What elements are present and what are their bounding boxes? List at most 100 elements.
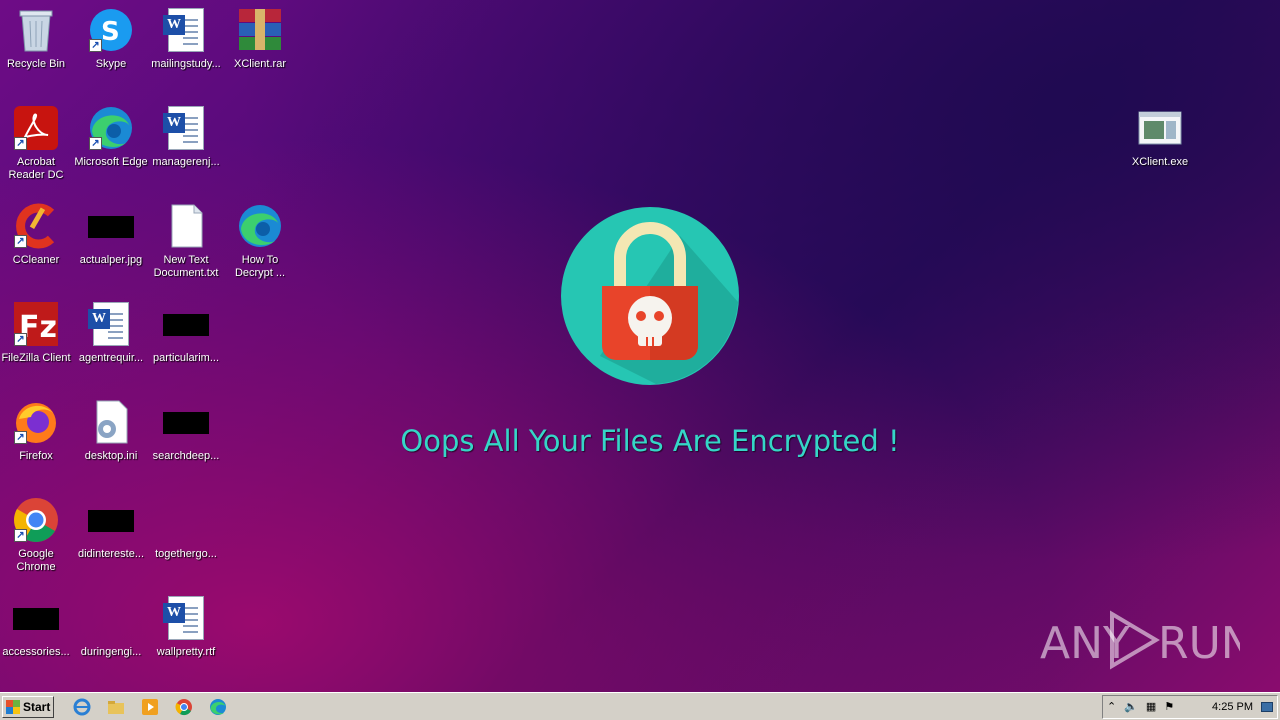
shortcut-arrow-icon: ↗	[14, 529, 27, 542]
ransom-message: Oops All Your Files Are Encrypted !	[400, 424, 900, 458]
shortcut-arrow-icon: ↗	[14, 333, 27, 346]
skype-icon: S ↗	[87, 6, 135, 54]
anyrun-watermark: ANY RUN	[1040, 608, 1240, 672]
word-document-icon: W	[87, 300, 135, 348]
particularim-file[interactable]: particularim...	[148, 300, 224, 390]
ccleaner-label: CCleaner	[12, 254, 60, 266]
recycle-bin-icon	[12, 6, 60, 54]
volume-icon[interactable]: 🔈	[1124, 700, 1138, 713]
chrome-icon: ↗	[12, 496, 60, 544]
recycle-bin-shortcut[interactable]: Recycle Bin	[0, 6, 74, 96]
quick-launch	[72, 697, 228, 717]
file-thumbnail	[88, 510, 134, 532]
network-icon[interactable]: ▦	[1146, 700, 1156, 713]
agentrequir-file[interactable]: W agentrequir...	[73, 300, 149, 390]
filezilla-label: FileZilla Client	[1, 352, 71, 364]
desktop-ini-file[interactable]: desktop.ini	[73, 398, 149, 488]
show-hidden-icons-icon[interactable]: ⌃	[1107, 700, 1116, 713]
firefox-shortcut[interactable]: ↗ Firefox	[0, 398, 74, 488]
how-to-decrypt-shortcut[interactable]: How To Decrypt ...	[222, 202, 298, 292]
togethergo-label: togethergo...	[155, 548, 217, 560]
wallpretty-file[interactable]: W wallpretty.rtf	[148, 594, 224, 684]
new-text-document-file[interactable]: New Text Document.txt	[148, 202, 224, 292]
winrar-archive-icon	[236, 6, 284, 54]
show-desktop-icon[interactable]	[1261, 701, 1273, 712]
internet-explorer-icon[interactable]	[72, 697, 92, 717]
file-thumbnail	[163, 510, 209, 532]
ransomware-lock-logo	[560, 206, 740, 386]
text-document-icon	[162, 202, 210, 250]
desktop[interactable]: Recycle Bin ↗ Acrobat Reader DC ↗ CClean…	[0, 0, 1280, 692]
word-document-icon: W	[162, 6, 210, 54]
particularim-label: particularim...	[152, 352, 220, 364]
action-center-flag-icon[interactable]: ⚑	[1164, 700, 1174, 713]
system-tray: ⌃ 🔈 ▦ ⚑ 4:25 PM	[1102, 694, 1278, 719]
word-document-icon: W	[162, 104, 210, 152]
togethergo-file[interactable]: togethergo...	[148, 496, 224, 586]
edge-icon	[236, 202, 284, 250]
ccleaner-shortcut[interactable]: ↗ CCleaner	[0, 202, 74, 292]
chrome-shortcut[interactable]: ↗ Google Chrome	[0, 496, 74, 586]
file-explorer-icon[interactable]	[106, 697, 126, 717]
agentrequir-label: agentrequir...	[78, 352, 144, 364]
actualper-label: actualper.jpg	[79, 254, 143, 266]
mailingstudy-label: mailingstudy...	[151, 58, 221, 70]
xclient-exe-label: XClient.exe	[1131, 156, 1189, 168]
file-thumbnail	[88, 216, 134, 238]
edge-label: Microsoft Edge	[74, 156, 148, 168]
taskbar: Start ⌃ 🔈 ▦ ⚑ 4:25 PM	[0, 692, 1280, 720]
recycle-bin-label: Recycle Bin	[6, 58, 66, 70]
executable-icon	[1136, 104, 1184, 152]
ccleaner-icon: ↗	[12, 202, 60, 250]
accessories-label: accessories...	[2, 646, 70, 658]
skype-label: Skype	[95, 58, 127, 70]
didintereste-file[interactable]: didintereste...	[73, 496, 149, 586]
file-thumbnail	[13, 608, 59, 630]
svg-text:S: S	[101, 17, 120, 47]
searchdeep-file[interactable]: searchdeep...	[148, 398, 224, 488]
shortcut-arrow-icon: ↗	[14, 137, 27, 150]
searchdeep-label: searchdeep...	[152, 450, 220, 462]
shortcut-arrow-icon: ↗	[89, 39, 102, 52]
windows-logo-icon	[6, 699, 20, 714]
managerenj-label: managerenj...	[152, 156, 220, 168]
firefox-icon: ↗	[12, 398, 60, 446]
actualper-file[interactable]: actualper.jpg	[73, 202, 149, 292]
edge-icon: ↗	[87, 104, 135, 152]
didintereste-label: didintereste...	[77, 548, 145, 560]
edge-shortcut[interactable]: ↗ Microsoft Edge	[73, 104, 149, 194]
filezilla-icon: Fz ↗	[12, 300, 60, 348]
xclient-exe-file[interactable]: XClient.exe	[1122, 104, 1198, 194]
desktop-ini-label: desktop.ini	[84, 450, 138, 462]
acrobat-label: Acrobat Reader DC	[8, 156, 64, 181]
wallpretty-label: wallpretty.rtf	[156, 646, 216, 658]
firefox-label: Firefox	[19, 450, 53, 462]
settings-file-icon	[87, 398, 135, 446]
start-button[interactable]: Start	[2, 695, 54, 718]
file-thumbnail	[163, 412, 209, 434]
duringengi-label: duringengi...	[80, 646, 142, 658]
acrobat-shortcut[interactable]: ↗ Acrobat Reader DC	[0, 104, 74, 194]
file-thumbnail	[88, 608, 134, 630]
shortcut-arrow-icon: ↗	[89, 137, 102, 150]
filezilla-shortcut[interactable]: Fz ↗ FileZilla Client	[0, 300, 74, 390]
word-document-icon: W	[162, 594, 210, 642]
media-player-icon[interactable]	[140, 697, 160, 717]
how-to-decrypt-label: How To Decrypt ...	[234, 254, 286, 279]
chrome-taskbar-icon[interactable]	[174, 697, 194, 717]
start-label: Start	[23, 699, 51, 714]
chrome-label: Google Chrome	[16, 548, 56, 573]
xclient-rar-label: XClient.rar	[234, 58, 286, 70]
edge-taskbar-icon[interactable]	[208, 697, 228, 717]
acrobat-icon: ↗	[12, 104, 60, 152]
new-text-document-label: New Text Document.txt	[153, 254, 219, 279]
duringengi-file[interactable]: duringengi...	[73, 594, 149, 684]
mailingstudy-file[interactable]: W mailingstudy...	[148, 6, 224, 96]
accessories-file[interactable]: accessories...	[0, 594, 74, 684]
managerenj-file[interactable]: W managerenj...	[148, 104, 224, 194]
skype-shortcut[interactable]: S ↗ Skype	[73, 6, 149, 96]
file-thumbnail	[163, 314, 209, 336]
shortcut-arrow-icon: ↗	[14, 235, 27, 248]
xclient-rar-file[interactable]: XClient.rar	[222, 6, 298, 96]
clock[interactable]: 4:25 PM	[1212, 701, 1253, 713]
